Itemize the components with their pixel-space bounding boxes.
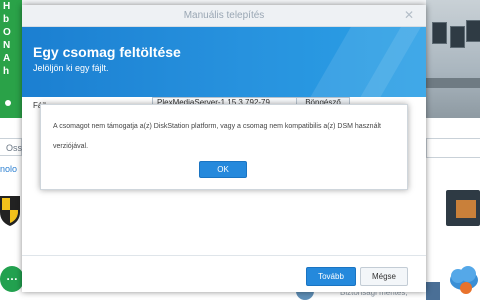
next-button[interactable]: Tovább bbox=[306, 267, 356, 286]
step-subtitle: Jelöljön ki egy fájlt. bbox=[33, 63, 109, 73]
close-icon[interactable]: ✕ bbox=[404, 5, 414, 26]
filter-input[interactable] bbox=[426, 138, 480, 158]
shield-icon[interactable] bbox=[0, 194, 22, 228]
search-input[interactable]: Ossz bbox=[0, 138, 27, 156]
cloud-icon[interactable] bbox=[446, 262, 480, 296]
alert-message: A csomagot nem támogatja a(z) DiskStatio… bbox=[53, 123, 381, 150]
promo-line: A bbox=[3, 53, 11, 64]
promo-banner[interactable]: H b O N A h bbox=[0, 0, 22, 118]
promo-line: h bbox=[3, 66, 10, 77]
carousel-dot[interactable] bbox=[5, 100, 11, 106]
dialog-titlebar[interactable]: Manuális telepítés ✕ bbox=[22, 5, 426, 27]
promo-line: N bbox=[3, 40, 11, 51]
promo-line: O bbox=[3, 27, 11, 38]
desk-image bbox=[426, 78, 480, 88]
error-alert-dialog: A csomagot nem támogatja a(z) DiskStatio… bbox=[40, 104, 408, 190]
promo-line: H bbox=[3, 1, 11, 12]
monitor-image bbox=[466, 20, 480, 42]
chat-icon[interactable] bbox=[0, 266, 24, 292]
footer-divider bbox=[22, 255, 426, 256]
category-label[interactable]: nolo bbox=[0, 164, 17, 174]
cancel-button[interactable]: Mégse bbox=[360, 267, 408, 286]
dialog-header-banner: Egy csomag feltöltése Jelöljön ki egy fá… bbox=[22, 27, 426, 97]
promo-line: b bbox=[3, 14, 10, 25]
monitor-image bbox=[450, 26, 465, 48]
dialog-title: Manuális telepítés bbox=[183, 10, 265, 21]
promo-image bbox=[426, 0, 480, 118]
package-icon-detail bbox=[456, 200, 476, 218]
ok-button[interactable]: OK bbox=[199, 161, 247, 178]
package-icon[interactable] bbox=[446, 190, 480, 226]
monitor-image bbox=[432, 22, 447, 44]
package-icon[interactable] bbox=[426, 282, 440, 300]
step-title: Egy csomag feltöltése bbox=[33, 44, 181, 60]
